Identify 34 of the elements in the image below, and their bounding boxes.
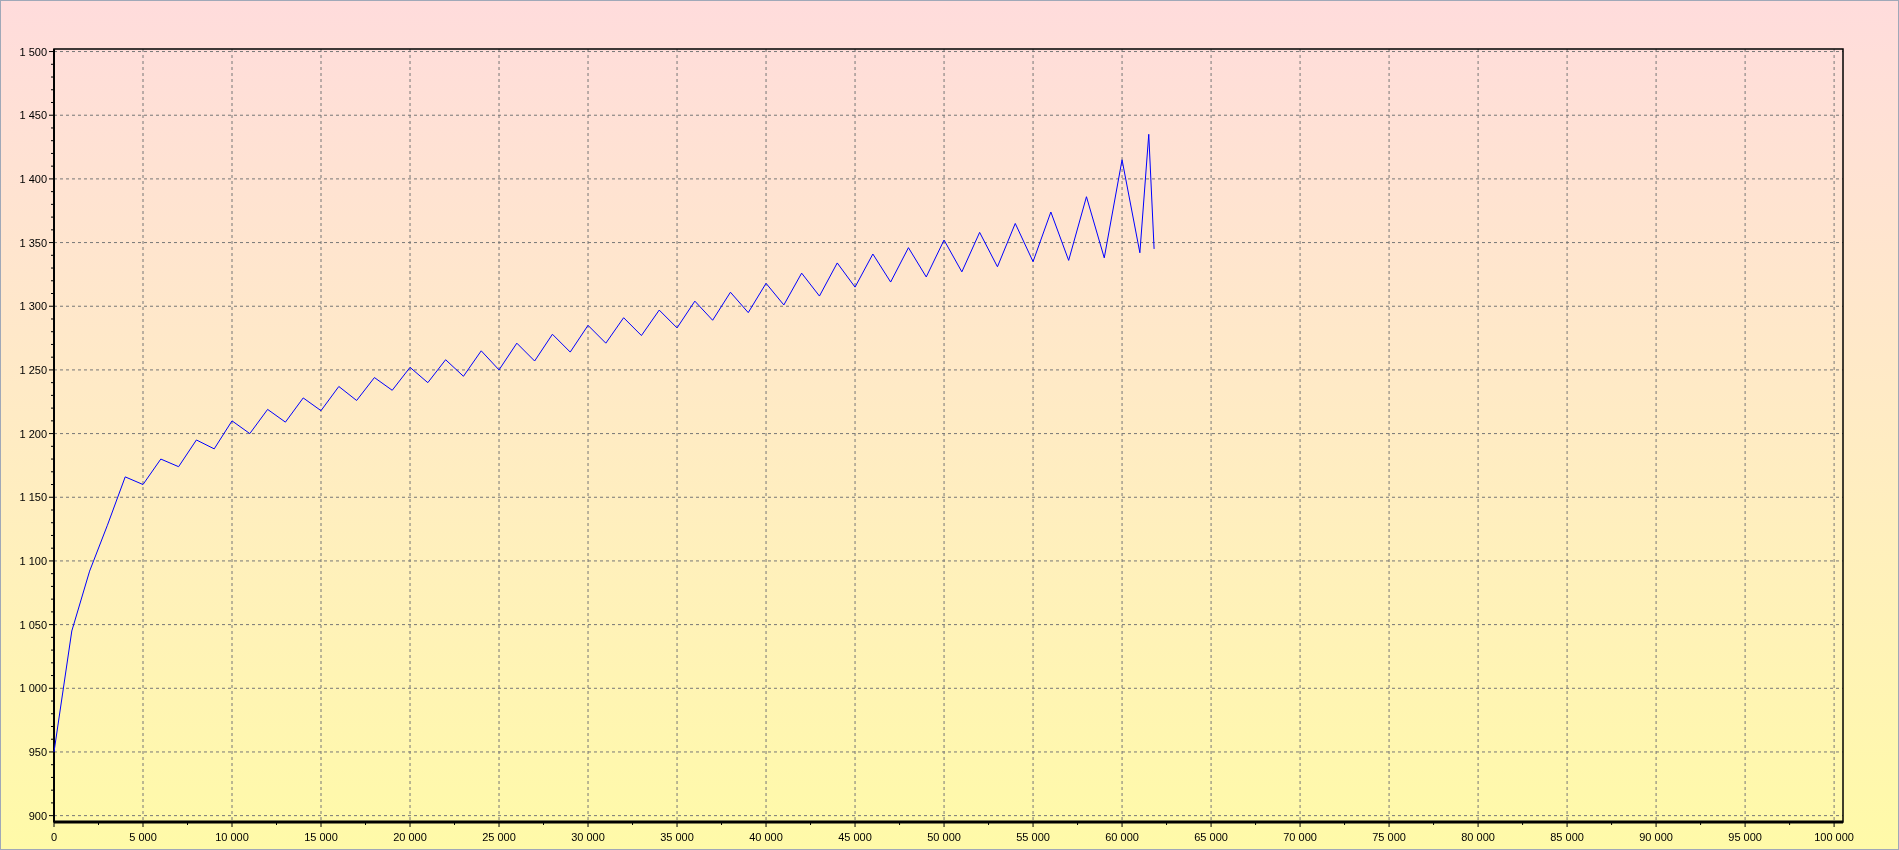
x-tick-label: 30 000 [571,831,605,843]
y-tick-label: 950 [28,745,47,758]
x-tick-label: 25 000 [482,831,516,843]
y-tick-label: 1 000 [19,682,47,695]
x-tick-label: 0 [50,831,58,843]
y-tick-label: 1 350 [19,236,47,249]
y-tick-label: 1 300 [19,300,47,313]
x-tick-label: 100 000 [1814,831,1854,843]
y-tick-label: 1 150 [19,491,47,504]
x-tick-label: 20 000 [393,831,427,843]
x-tick-label: 95 000 [1728,831,1762,843]
x-tick-label: 45 000 [838,831,872,843]
y-tick-label: 1 450 [19,109,47,122]
x-tick-label: 35 000 [660,831,694,843]
x-tick-label: 5 000 [129,831,157,843]
x-tick-label: 10 000 [215,831,249,843]
x-tick-label: 90 000 [1639,831,1673,843]
x-tick-label: 80 000 [1461,831,1495,843]
x-tick-label: 75 000 [1372,831,1406,843]
x-tick-label: 85 000 [1550,831,1584,843]
y-tick-label: 900 [28,809,47,822]
x-tick-label: 65 000 [1194,831,1228,843]
y-tick-label: 1 500 [19,45,47,58]
y-tick-label: 1 100 [19,554,47,567]
y-tick-label: 1 250 [19,363,47,376]
x-tick-label: 60 000 [1105,831,1139,843]
y-tick-label: 1 050 [19,618,47,631]
x-tick-label: 55 000 [1016,831,1050,843]
x-tick-label: 70 000 [1283,831,1317,843]
y-tick-label: 1 400 [19,172,47,185]
x-tick-label: 15 000 [304,831,338,843]
y-tick-label: 1 200 [19,427,47,440]
x-tick-label: 40 000 [749,831,783,843]
x-tick-label: 50 000 [927,831,961,843]
